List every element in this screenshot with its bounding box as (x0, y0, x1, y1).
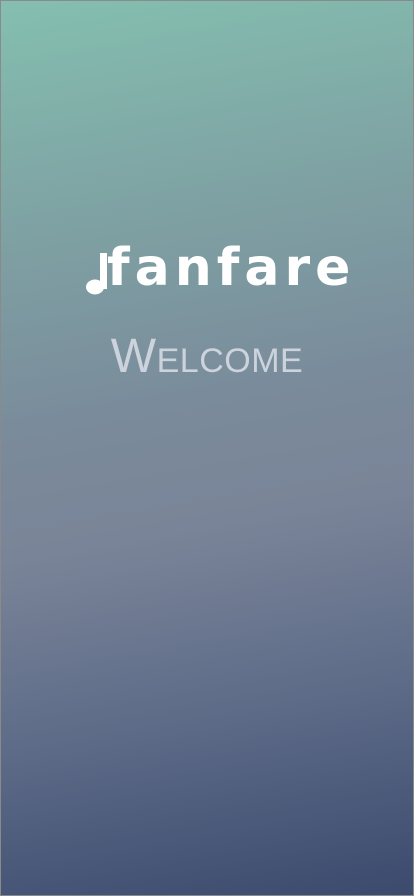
brand-name: fanfare (107, 238, 355, 298)
fanfare-logo: fanfare (1, 237, 413, 307)
fanfare-logo-graphic: fanfare (86, 238, 355, 298)
music-note-icon (86, 253, 107, 295)
welcome-heading: Welcome (110, 330, 304, 383)
splash-screen: fanfare Welcome (0, 0, 414, 896)
